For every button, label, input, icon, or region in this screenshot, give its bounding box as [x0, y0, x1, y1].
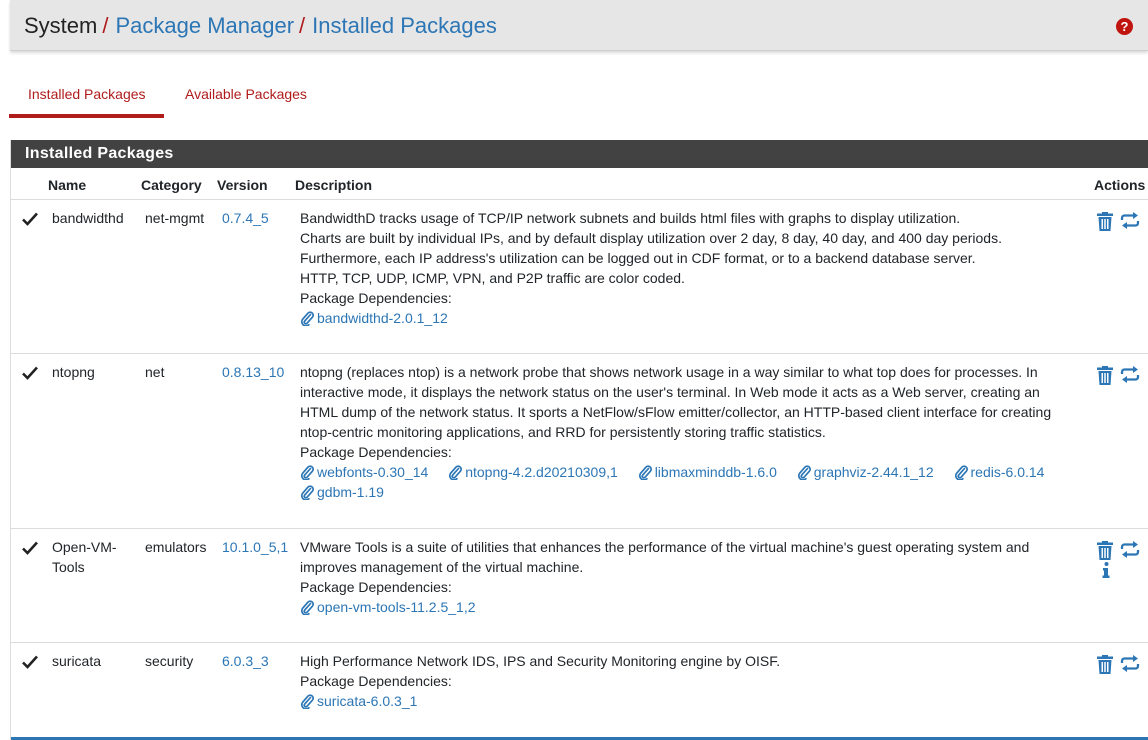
package-version-link[interactable]: 6.0.3_3	[222, 651, 269, 671]
paperclip-icon	[954, 465, 968, 480]
paperclip-icon	[449, 465, 463, 480]
package-version-link[interactable]: 0.8.13_10	[222, 362, 284, 382]
row-actions	[1097, 655, 1147, 674]
trash-icon[interactable]	[1097, 541, 1113, 560]
reinstall-icon[interactable]	[1119, 212, 1141, 229]
question-circle-icon[interactable]: ?	[1116, 18, 1133, 35]
package-description: High Performance Network IDS, IPS and Se…	[300, 651, 1080, 711]
paperclip-icon	[300, 465, 314, 480]
dependency-list: webfonts-0.30_14 ntopng-4.2.d20210309,1 …	[300, 462, 1080, 502]
package-category: net-mgmt	[145, 210, 205, 226]
tab-bar: Installed Packages Available Packages	[9, 72, 409, 120]
active-tab-indicator	[9, 114, 164, 118]
breadcrumb: System / Package Manager / Installed Package…	[24, 12, 497, 40]
dependency-link[interactable]: open-vm-tools-11.2.5_1,2	[300, 597, 476, 617]
package-version-link[interactable]: 0.7.4_5	[222, 208, 269, 228]
dependency-link[interactable]: ntopng-4.2.d20210309,1	[448, 462, 618, 482]
table-row: suricata security 6.0.3_3 High Performan…	[11, 642, 1148, 738]
package-category: emulators	[145, 539, 207, 555]
table-row: bandwidthd net-mgmt 0.7.4_5 BandwidthD t…	[11, 199, 1148, 354]
reinstall-icon[interactable]	[1119, 541, 1141, 558]
row-actions	[1097, 541, 1147, 578]
table-row: Open-VM-Tools emulators 10.1.0_5,1 VMwar…	[11, 528, 1148, 643]
breadcrumb-installed-packages[interactable]: Installed Packages	[312, 13, 497, 38]
paperclip-icon	[797, 465, 811, 480]
row-actions	[1097, 212, 1147, 231]
column-header-description: Description	[295, 177, 373, 193]
paperclip-icon	[300, 600, 314, 615]
check-icon	[22, 212, 38, 226]
package-description: BandwidthD tracks usage of TCP/IP networ…	[300, 208, 1080, 328]
reinstall-icon[interactable]	[1119, 655, 1141, 672]
description-line: HTTP, TCP, UDP, ICMP, VPN, and P2P traff…	[300, 270, 685, 286]
package-category: security	[145, 653, 194, 669]
dependencies-label: Package Dependencies:	[300, 579, 452, 595]
paperclip-icon	[300, 485, 314, 500]
dependency-link[interactable]: gdbm-1.19	[300, 482, 384, 502]
tab-available-packages[interactable]: Available Packages	[185, 86, 307, 102]
dependency-link[interactable]: suricata-6.0.3_1	[300, 691, 417, 711]
breadcrumb-package-manager[interactable]: Package Manager	[115, 13, 294, 38]
dependency-list: bandwidthd-2.0.1_12	[300, 308, 1080, 328]
page-header: System / Package Manager / Installed Package…	[10, 0, 1148, 51]
dependency-link[interactable]: bandwidthd-2.0.1_12	[300, 308, 448, 328]
trash-icon[interactable]	[1097, 655, 1113, 674]
description-line: BandwidthD tracks usage of TCP/IP networ…	[300, 210, 961, 226]
dependencies-label: Package Dependencies:	[300, 444, 452, 460]
column-header-name: Name	[48, 177, 87, 193]
package-name: Open-VM-Tools	[52, 539, 117, 575]
table-row: ntopng net 0.8.13_10 ntopng (replaces nt…	[11, 353, 1148, 529]
package-name: suricata	[52, 653, 102, 669]
info-icon[interactable]	[1102, 562, 1110, 578]
package-version-link[interactable]: 10.1.0_5,1	[222, 537, 288, 557]
description-line: VMware Tools is a suite of utilities tha…	[300, 539, 1030, 575]
package-name: ntopng	[52, 364, 95, 380]
column-header-category: Category	[141, 177, 202, 193]
check-icon	[22, 655, 38, 669]
description-line: Charts are built by individual IPs, and …	[300, 230, 1002, 266]
description-line: ntopng (replaces ntop) is a network prob…	[300, 364, 1052, 440]
package-name: bandwidthd	[52, 210, 124, 226]
dependency-link[interactable]: libmaxminddb-1.6.0	[638, 462, 777, 482]
package-description: ntopng (replaces ntop) is a network prob…	[300, 362, 1080, 502]
package-description: VMware Tools is a suite of utilities tha…	[300, 537, 1080, 617]
dependency-list: suricata-6.0.3_1	[300, 691, 1080, 711]
paperclip-icon	[300, 311, 314, 326]
description-line: High Performance Network IDS, IPS and Se…	[300, 653, 781, 669]
breadcrumb-separator: /	[299, 13, 306, 38]
dependency-link[interactable]: redis-6.0.14	[954, 462, 1044, 482]
column-header-version: Version	[217, 177, 268, 193]
dependency-link[interactable]: graphviz-2.44.1_12	[797, 462, 934, 482]
trash-icon[interactable]	[1097, 366, 1113, 385]
paperclip-icon	[300, 694, 314, 709]
row-actions	[1097, 366, 1147, 385]
column-header-actions: Actions	[1094, 177, 1146, 193]
breadcrumb-system: System	[24, 13, 98, 38]
dependency-list: open-vm-tools-11.2.5_1,2	[300, 597, 1080, 617]
installed-packages-panel: Installed Packages Name Category Version…	[10, 140, 1148, 740]
check-icon	[22, 366, 38, 380]
dependencies-label: Package Dependencies:	[300, 290, 452, 306]
dependencies-label: Package Dependencies:	[300, 673, 452, 689]
dependency-link[interactable]: webfonts-0.30_14	[300, 462, 428, 482]
trash-icon[interactable]	[1097, 212, 1113, 231]
reinstall-icon[interactable]	[1119, 366, 1141, 383]
panel-title: Installed Packages	[11, 140, 1148, 168]
package-category: net	[145, 364, 165, 380]
breadcrumb-separator: /	[102, 13, 109, 38]
tab-installed-packages[interactable]: Installed Packages	[28, 86, 146, 102]
check-icon	[22, 541, 38, 555]
paperclip-icon	[638, 465, 652, 480]
